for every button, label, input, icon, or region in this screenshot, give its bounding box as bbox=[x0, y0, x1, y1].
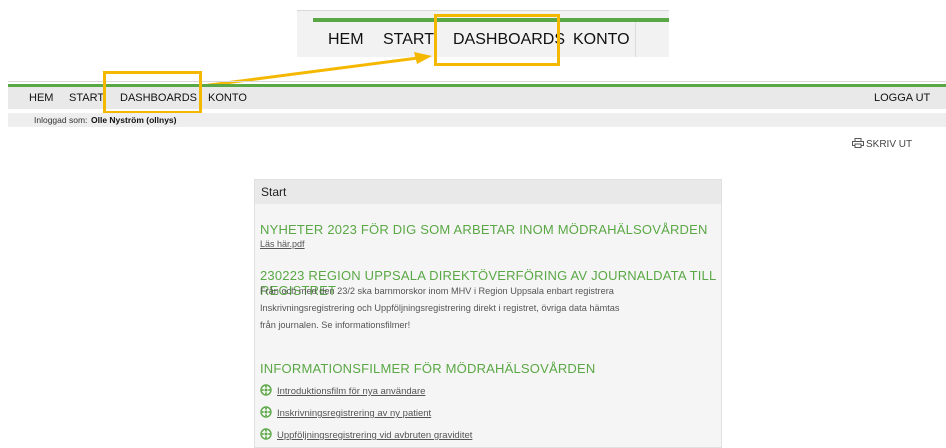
region-text-line: Från och med den 23/2 ska barnmorskor in… bbox=[260, 286, 614, 296]
nav-konto[interactable]: KONTO bbox=[208, 92, 247, 104]
film-link[interactable]: Introduktionsfilm för nya användare bbox=[277, 386, 425, 397]
login-prefix: Inloggad som: bbox=[34, 115, 88, 125]
region-text-line: från journalen. Se informationsfilmer! bbox=[260, 320, 411, 330]
film-link[interactable]: Inskrivningsregistrering av ny patient bbox=[277, 408, 431, 419]
print-button[interactable]: SKRIV UT bbox=[852, 138, 912, 150]
nav-start[interactable]: START bbox=[69, 92, 104, 104]
films-heading: INFORMATIONSFILMER FÖR MÖDRAHÄLSOVÅRDEN bbox=[260, 361, 596, 376]
nav-dashboards-highlight bbox=[103, 71, 202, 114]
region-text-line: Inskrivningsregistrering och Uppföljning… bbox=[260, 303, 620, 313]
film-reel-icon bbox=[260, 384, 272, 396]
panel-title: Start bbox=[261, 185, 287, 199]
film-reel-icon bbox=[260, 428, 272, 440]
login-bar: Inloggad som: Olle Nyström (ollnys) bbox=[8, 113, 946, 127]
panel-header: Start bbox=[255, 180, 721, 204]
region-text: Från och med den 23/2 ska barnmorskor in… bbox=[260, 283, 715, 334]
news-heading: NYHETER 2023 FÖR DIG SOM ARBETAR INOM MÖ… bbox=[260, 222, 708, 237]
film-reel-icon bbox=[260, 406, 272, 418]
print-label: SKRIV UT bbox=[866, 139, 913, 150]
nav-logout[interactable]: LOGGA UT bbox=[874, 92, 930, 104]
nav-hem[interactable]: HEM bbox=[29, 92, 53, 104]
printer-icon bbox=[852, 138, 864, 148]
news-pdf-link[interactable]: Läs här.pdf bbox=[260, 239, 305, 249]
login-user: Olle Nyström (ollnys) bbox=[91, 115, 177, 125]
start-panel: Start NYHETER 2023 FÖR DIG SOM ARBETAR I… bbox=[254, 179, 722, 448]
film-link[interactable]: Uppföljningsregistrering vid avbruten gr… bbox=[277, 430, 472, 441]
